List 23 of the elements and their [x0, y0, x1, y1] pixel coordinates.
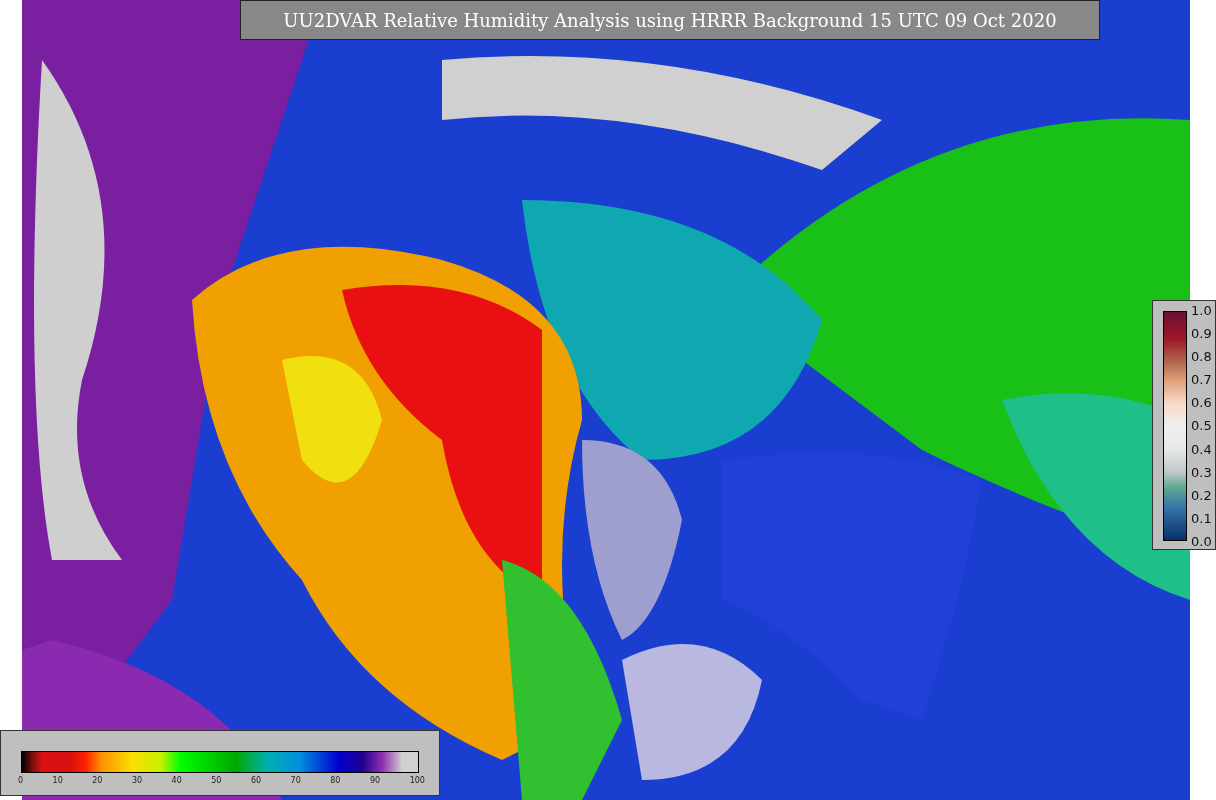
- tick-label: 0.0: [1191, 533, 1212, 549]
- tick-label: 0.5: [1191, 418, 1212, 434]
- tick-label: 0.7: [1191, 372, 1212, 388]
- map-title: UU2DVAR Relative Humidity Analysis using HRRR Background 15 UTC 09 Oct 2020: [240, 0, 1100, 40]
- tick-label: 30: [131, 776, 143, 785]
- tick-label: 60: [250, 776, 262, 785]
- tick-label: 40: [171, 776, 182, 785]
- tick-label: 0.9: [1191, 326, 1212, 342]
- tick-label: 10: [52, 776, 63, 785]
- tick-label: 0.4: [1191, 441, 1212, 457]
- tick-label: 0.6: [1191, 395, 1212, 411]
- tick-label: 0.1: [1191, 510, 1212, 526]
- tick-label: 0.2: [1191, 487, 1212, 503]
- tick-label: 1.0: [1191, 303, 1212, 318]
- tick-label: 0.3: [1191, 464, 1212, 480]
- tick-label: 50: [211, 776, 222, 785]
- tick-label: 90: [369, 776, 381, 785]
- tick-label: 0.8: [1191, 349, 1212, 365]
- tick-label: 70: [290, 776, 301, 785]
- tick-label: 80: [330, 776, 341, 785]
- tick-label: 100: [409, 776, 425, 785]
- tick-label: 0: [18, 776, 24, 785]
- tick-label: 20: [92, 776, 103, 785]
